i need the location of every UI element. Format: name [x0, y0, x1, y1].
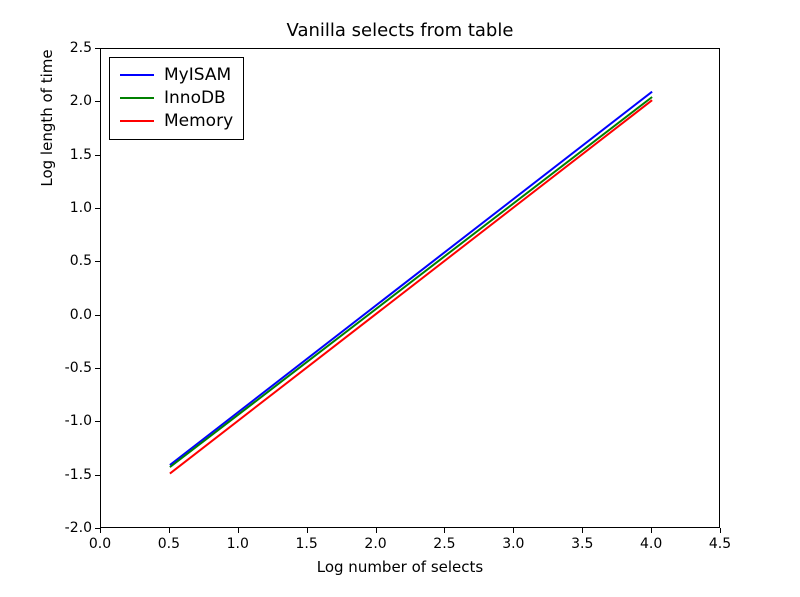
y-tick-mark — [95, 155, 100, 156]
series-line-2 — [170, 100, 652, 473]
x-tick-label: 1.5 — [296, 536, 318, 552]
y-tick-label: 0.0 — [56, 307, 92, 323]
plot-axes: MyISAMInnoDBMemory — [100, 48, 720, 528]
legend: MyISAMInnoDBMemory — [109, 57, 244, 140]
y-tick-label: 1.5 — [56, 147, 92, 163]
x-tick-mark — [100, 528, 101, 533]
figure: Vanilla selects from table MyISAMInnoDBM… — [0, 0, 800, 597]
x-tick-label: 3.5 — [571, 536, 593, 552]
legend-label: InnoDB — [164, 87, 226, 110]
x-axis-label: Log number of selects — [0, 558, 800, 576]
y-tick-label: -2.0 — [56, 520, 92, 536]
legend-entry: Memory — [120, 110, 233, 133]
x-tick-mark — [238, 528, 239, 533]
y-axis-label: Log length of time — [38, 0, 56, 358]
y-tick-mark — [95, 368, 100, 369]
x-tick-mark — [651, 528, 652, 533]
legend-label: MyISAM — [164, 64, 231, 87]
y-tick-label: 2.5 — [56, 40, 92, 56]
y-tick-label: 1.0 — [56, 200, 92, 216]
y-tick-mark — [95, 261, 100, 262]
y-tick-mark — [95, 315, 100, 316]
x-tick-label: 3.0 — [502, 536, 524, 552]
x-tick-mark — [307, 528, 308, 533]
y-tick-mark — [95, 48, 100, 49]
x-tick-label: 2.0 — [364, 536, 386, 552]
y-tick-label: -1.5 — [56, 467, 92, 483]
chart-title: Vanilla selects from table — [0, 20, 800, 41]
x-tick-label: 0.5 — [158, 536, 180, 552]
legend-swatch — [120, 74, 154, 76]
x-tick-label: 1.0 — [227, 536, 249, 552]
legend-swatch — [120, 120, 154, 122]
x-tick-mark — [582, 528, 583, 533]
legend-swatch — [120, 97, 154, 99]
y-tick-label: -1.0 — [56, 413, 92, 429]
legend-entry: InnoDB — [120, 87, 233, 110]
y-tick-mark — [95, 101, 100, 102]
y-tick-mark — [95, 528, 100, 529]
x-tick-label: 2.5 — [433, 536, 455, 552]
x-tick-label: 0.0 — [89, 536, 111, 552]
y-tick-mark — [95, 421, 100, 422]
y-tick-label: -0.5 — [56, 360, 92, 376]
series-line-0 — [170, 92, 652, 465]
legend-label: Memory — [164, 110, 233, 133]
x-tick-mark — [444, 528, 445, 533]
x-tick-label: 4.0 — [640, 536, 662, 552]
x-tick-mark — [513, 528, 514, 533]
y-tick-label: 2.0 — [56, 93, 92, 109]
y-tick-label: 0.5 — [56, 253, 92, 269]
series-line-1 — [170, 97, 652, 467]
y-tick-mark — [95, 475, 100, 476]
legend-entry: MyISAM — [120, 64, 233, 87]
x-tick-mark — [720, 528, 721, 533]
x-tick-mark — [169, 528, 170, 533]
x-tick-label: 4.5 — [709, 536, 731, 552]
x-tick-mark — [376, 528, 377, 533]
y-tick-mark — [95, 208, 100, 209]
